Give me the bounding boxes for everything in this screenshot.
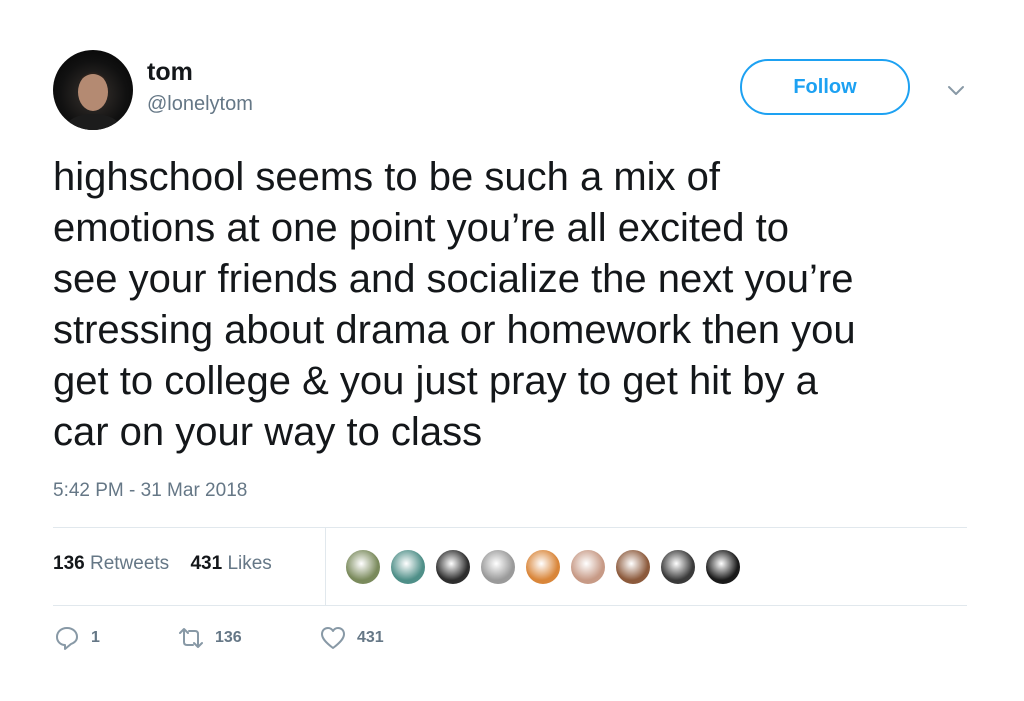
retweet-button[interactable]: 136	[177, 624, 242, 652]
liker-avatar[interactable]	[659, 548, 697, 586]
avatar-image	[67, 72, 119, 130]
liker-avatar[interactable]	[344, 548, 382, 586]
retweets-stat-count: 136	[53, 553, 85, 574]
liker-avatar[interactable]	[614, 548, 652, 586]
tweet-text: highschool seems to be such a mix of emo…	[53, 152, 983, 458]
reply-count: 1	[91, 629, 100, 646]
liker-avatar[interactable]	[524, 548, 562, 586]
divider	[53, 527, 967, 528]
caret-down-icon[interactable]	[944, 78, 968, 102]
avatar[interactable]	[53, 50, 133, 130]
tweet-timestamp[interactable]: 5:42 PM - 31 Mar 2018	[53, 480, 247, 502]
like-button[interactable]: 431	[319, 624, 384, 652]
divider	[53, 605, 967, 606]
like-count: 431	[357, 629, 384, 646]
likes-stat[interactable]: 431 Likes	[190, 553, 271, 575]
likes-stat-count: 431	[190, 553, 223, 574]
likes-stat-label: Likes	[227, 553, 272, 574]
tweet-text-line: get to college & you just pray to get hi…	[53, 359, 818, 403]
tweet-text-line: emotions at one point you’re all excited…	[53, 206, 789, 250]
reply-button[interactable]: 1	[53, 624, 100, 652]
tweet-stats: 136 Retweets 431 Likes	[53, 553, 288, 575]
liker-avatar[interactable]	[569, 548, 607, 586]
tweet-text-line: car on your way to class	[53, 410, 483, 454]
tweet-text-line: highschool seems to be such a mix of	[53, 155, 721, 199]
reply-icon	[53, 624, 81, 652]
retweet-count: 136	[215, 629, 242, 646]
liker-avatar[interactable]	[434, 548, 472, 586]
retweets-stat-label: Retweets	[89, 553, 170, 574]
heart-icon	[319, 624, 347, 652]
stats-divider	[325, 528, 326, 605]
tweet-card: tom @lonelytom Follow highschool seems t…	[0, 0, 1024, 701]
tweet-text-line: stressing about drama or homework then y…	[53, 308, 856, 352]
tweet-text-line: see your friends and socialize the next …	[53, 257, 854, 301]
retweets-stat[interactable]: 136 Retweets	[53, 553, 169, 575]
retweet-icon	[177, 624, 205, 652]
liker-avatar[interactable]	[479, 548, 517, 586]
liker-avatar[interactable]	[389, 548, 427, 586]
user-handle[interactable]: @lonelytom	[147, 93, 253, 116]
follow-button[interactable]: Follow	[740, 59, 910, 115]
display-name[interactable]: tom	[147, 58, 193, 87]
liker-avatar[interactable]	[704, 548, 742, 586]
